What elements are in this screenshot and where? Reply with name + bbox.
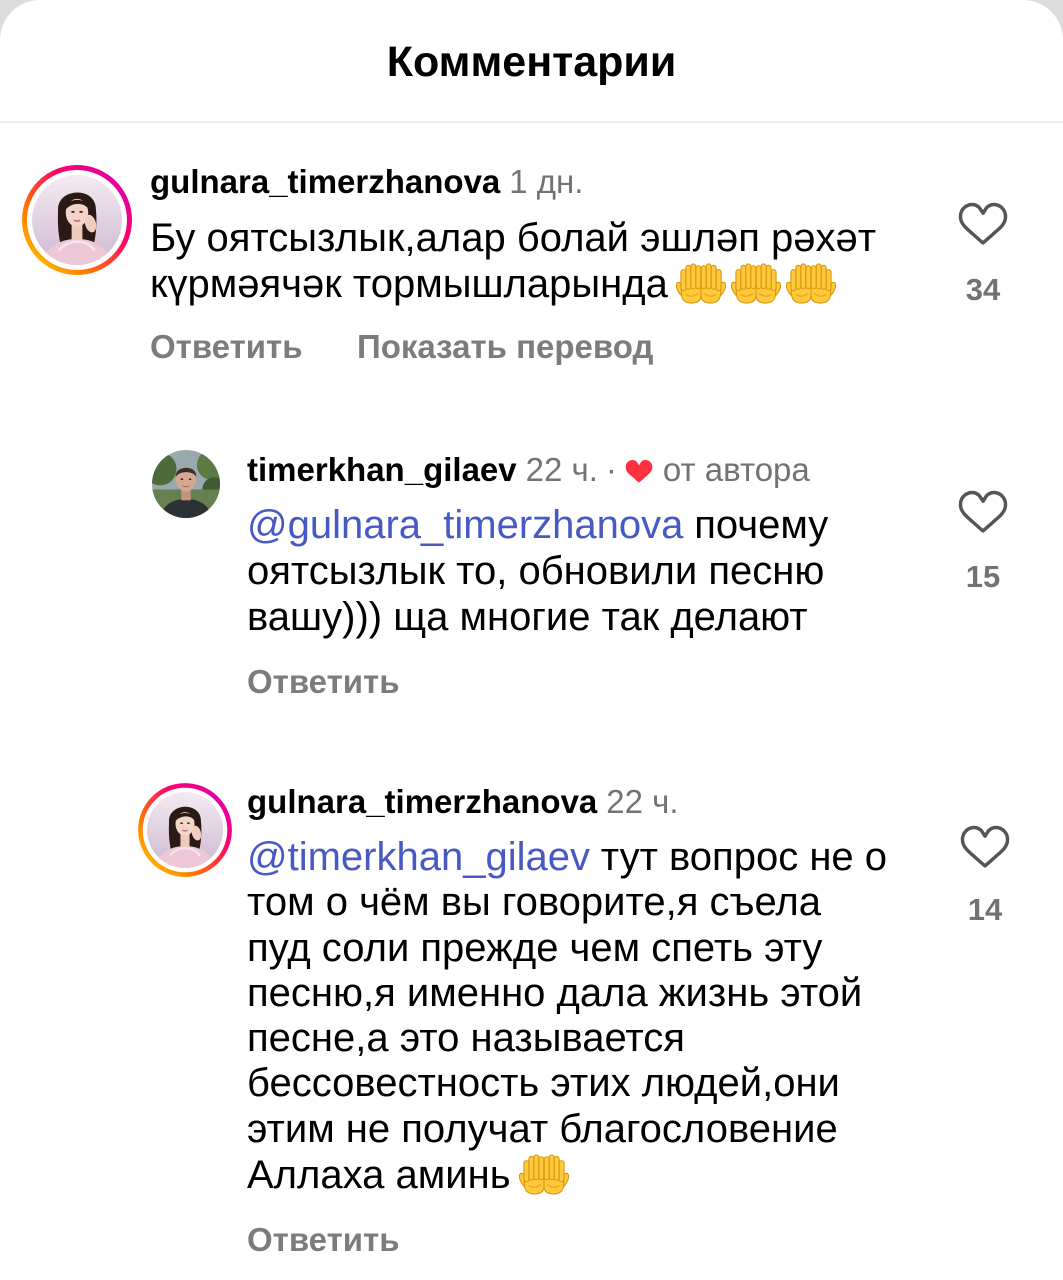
heart-outline-icon[interactable]	[958, 488, 1008, 533]
like-count[interactable]: 14	[945, 890, 1025, 930]
comments-header: Комментарии	[0, 0, 1063, 123]
show-translation-button[interactable]: Показать перевод	[357, 327, 653, 367]
mention-link[interactable]: @gulnara_timerzhanova	[247, 503, 683, 547]
emoji-group	[675, 261, 841, 306]
mention-link[interactable]: @timerkhan_gilaev	[247, 835, 590, 879]
comment-text-line: почему	[694, 503, 829, 547]
palms-up-together-icon	[675, 261, 726, 305]
username-link[interactable]: gulnara_timerzhanova	[150, 163, 500, 200]
comment-text-line: күрмәячәк тормышларында	[150, 262, 668, 306]
reply-button[interactable]: Ответить	[247, 662, 400, 702]
avatar[interactable]	[138, 783, 232, 877]
comment-text-line: том о чём вы говорите,я съела	[247, 880, 822, 925]
comment-text: Бу оятсызлык,алар болай эшләп рәхәт күрм…	[150, 215, 876, 307]
comment-meta: timerkhan_gilaev 22 ч. · от автора	[247, 450, 810, 490]
liked-by-author-label: от автора	[662, 451, 810, 488]
comment-text: @timerkhan_gilaev тут вопрос не о том о ч…	[247, 835, 887, 1198]
meta-separator: ·	[605, 451, 617, 488]
comment-text-line: тут вопрос не о	[600, 835, 888, 879]
avatar[interactable]	[152, 450, 220, 518]
emoji-group	[518, 1152, 574, 1197]
comments-sheet: Комментарии gulnara_timerzhanova 1 дн. Бу…	[0, 0, 1063, 1280]
comment-text-line: Аллаха аминь	[247, 1153, 511, 1198]
comment-text-line: вашу))) ща многие так делают	[247, 595, 808, 639]
comment: gulnara_timerzhanova 1 дн. Бу оятсызлык,а…	[0, 160, 1063, 370]
timestamp: 1 дн.	[509, 163, 584, 200]
comment-reply: timerkhan_gilaev 22 ч. · от автора @gulnara…	[0, 445, 1063, 705]
comment-text-line: этим не получат благословение	[247, 1106, 838, 1151]
palms-up-together-icon	[730, 261, 781, 305]
comment-text-line-with-emoji: Аллаха аминь	[247, 1152, 887, 1198]
heart-outline-icon[interactable]	[958, 200, 1008, 245]
avatar[interactable]	[22, 165, 132, 275]
like-count[interactable]: 15	[943, 557, 1023, 597]
comment-text-line: Бу оятсызлык,алар болай эшләп рәхәт	[150, 216, 877, 260]
palms-up-together-icon	[785, 261, 836, 305]
comment-text-line-with-mention: @timerkhan_gilaev тут вопрос не о	[247, 835, 887, 880]
comment-text-line: бессовестность этих людей,они	[247, 1061, 840, 1106]
username-link[interactable]: gulnara_timerzhanova	[247, 783, 597, 820]
comment-text-line: песню,я именно дала жизнь этой	[247, 970, 863, 1015]
comment-text-line: песне,а это называется	[247, 1016, 685, 1061]
reply-button[interactable]: Ответить	[150, 327, 303, 367]
comment-text-line: оятсызлык то, обновили песню	[247, 549, 825, 593]
page-title: Комментарии	[386, 38, 677, 86]
username-link[interactable]: timerkhan_gilaev	[247, 451, 517, 488]
comment-text-line-with-emoji: күрмәячәк тормышларында	[150, 261, 876, 307]
reply-button[interactable]: Ответить	[247, 1220, 400, 1260]
red-heart-icon	[625, 460, 653, 483]
like-count[interactable]: 34	[943, 270, 1023, 310]
timestamp: 22 ч.	[525, 451, 598, 488]
timestamp: 22 ч.	[606, 783, 679, 820]
comment-meta: gulnara_timerzhanova 1 дн.	[150, 162, 583, 202]
heart-outline-icon[interactable]	[960, 823, 1010, 868]
comment-text-line-with-mention: @gulnara_timerzhanova почему	[247, 502, 828, 548]
comment-meta: gulnara_timerzhanova 22 ч.	[247, 782, 679, 822]
comment-text-line: пуд соли прежде чем спеть эту	[247, 925, 823, 970]
comment-reply: gulnara_timerzhanova 22 ч. @timerkhan_gil…	[0, 778, 1063, 1262]
palms-up-together-icon	[518, 1152, 569, 1196]
comment-text: @gulnara_timerzhanova почему оятсызлык то…	[247, 502, 828, 640]
